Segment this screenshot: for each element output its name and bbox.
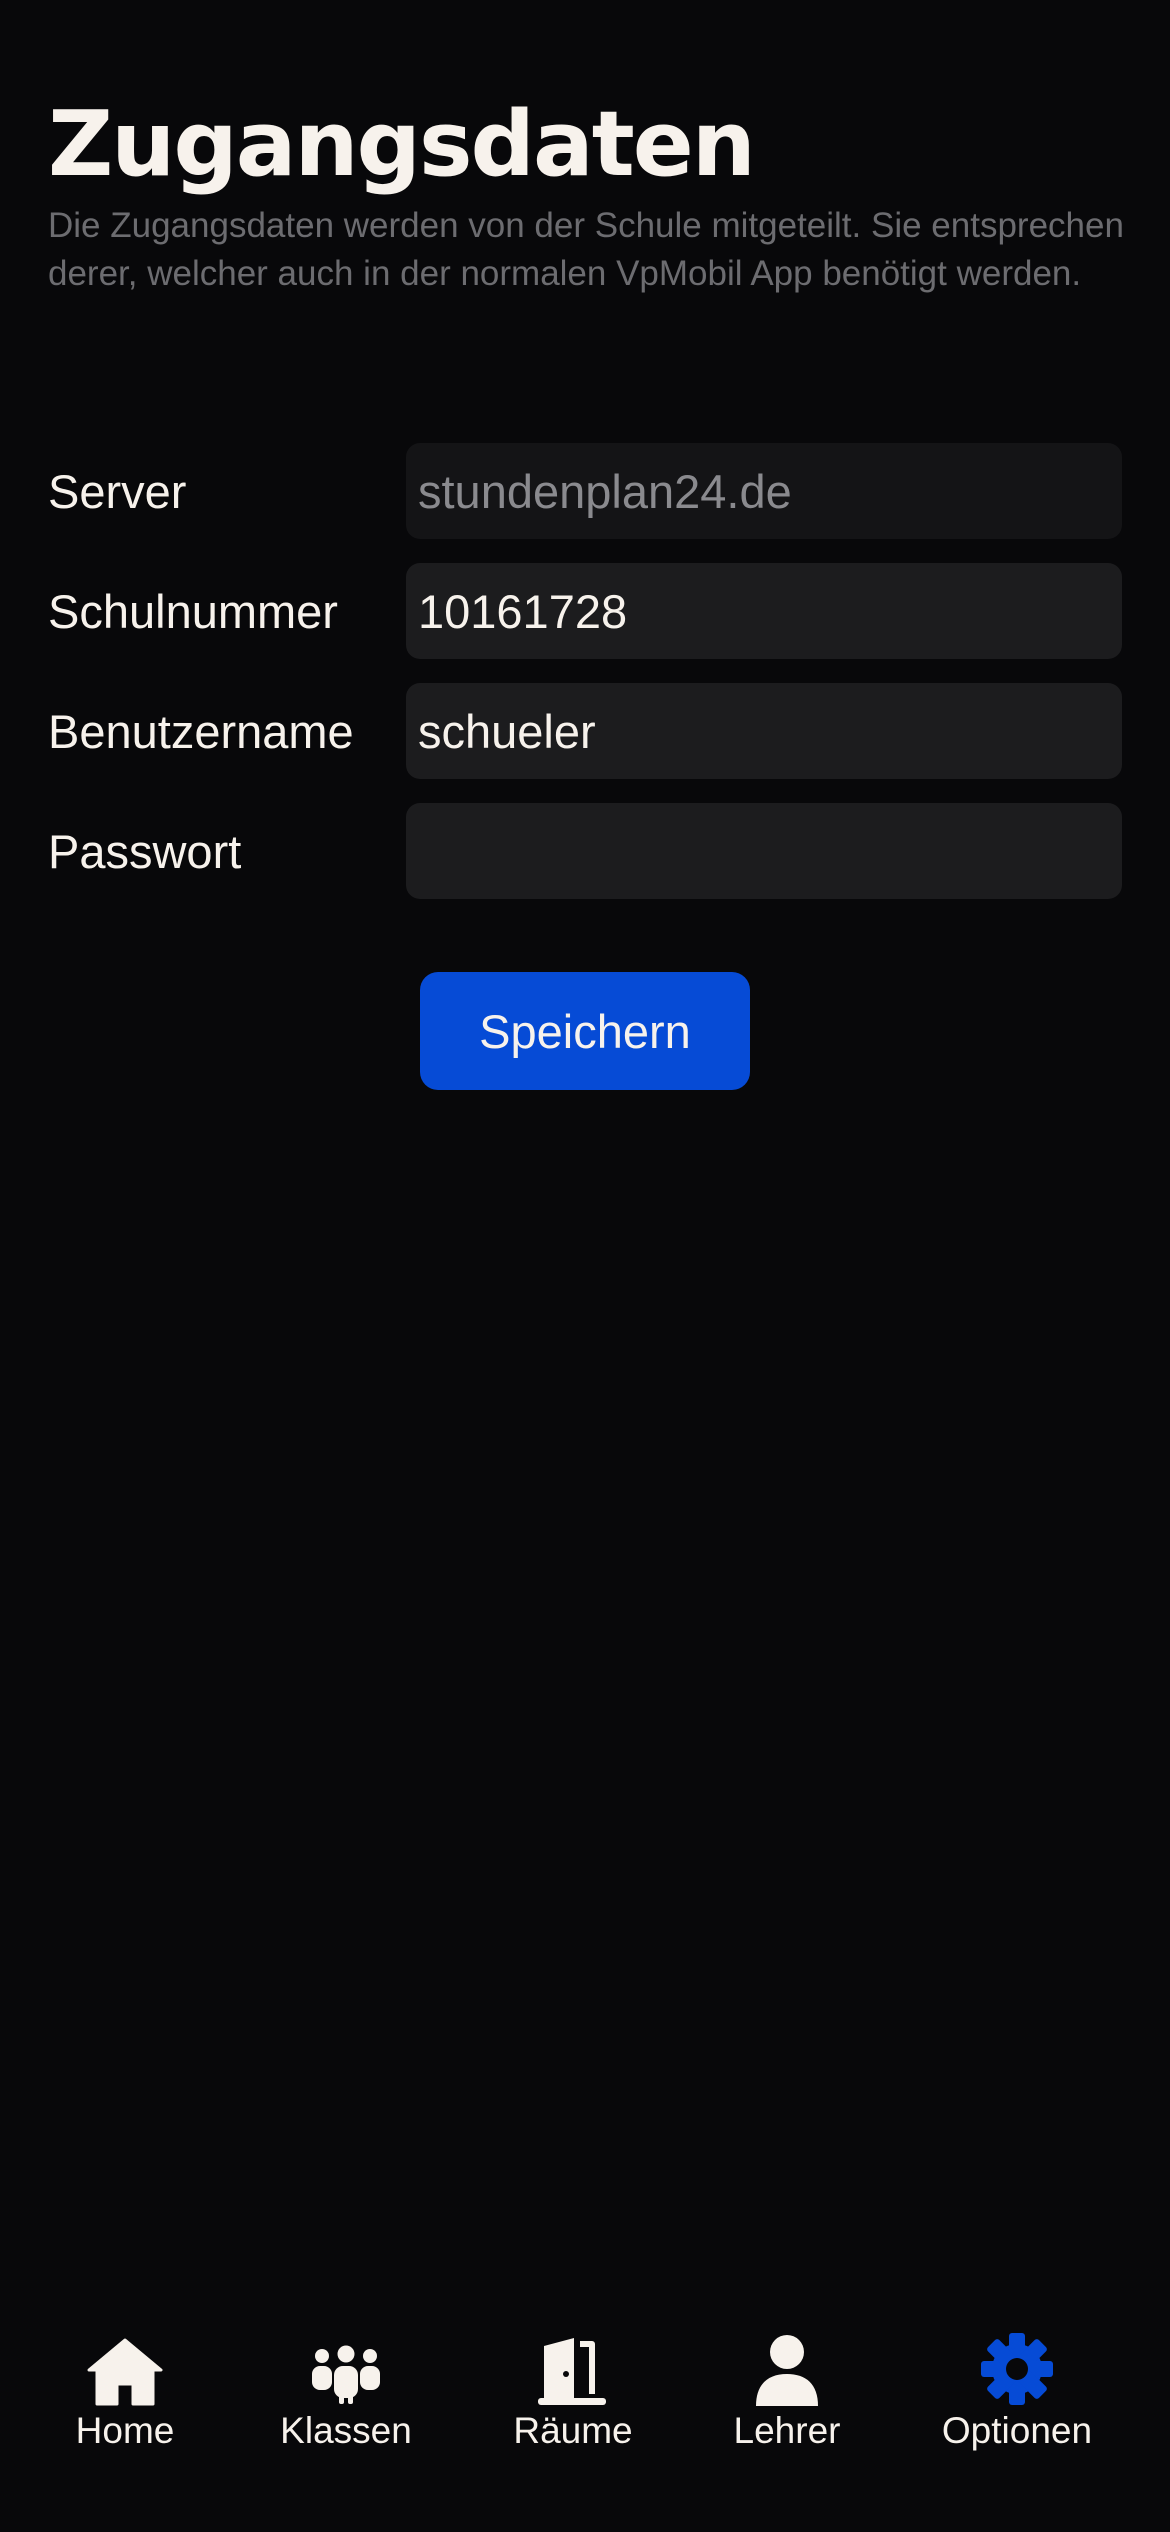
- username-row: Benutzername: [48, 683, 1122, 779]
- person-icon: [754, 2330, 820, 2406]
- username-input[interactable]: [406, 683, 1122, 779]
- school-number-label: Schulnummer: [48, 584, 338, 638]
- home-icon: [87, 2330, 163, 2406]
- server-input[interactable]: [406, 443, 1122, 539]
- tab-klassen-label: Klassen: [280, 2410, 412, 2451]
- gear-icon: [980, 2330, 1054, 2406]
- page-subtitle: Die Zugangsdaten werden von der Schule m…: [48, 206, 1124, 293]
- door-icon: [538, 2330, 608, 2406]
- tab-raeume-label: Räume: [513, 2410, 633, 2451]
- school-number-input[interactable]: [406, 563, 1122, 659]
- group-icon: [308, 2330, 384, 2406]
- tab-home[interactable]: Home: [45, 2330, 205, 2452]
- server-label: Server: [48, 464, 187, 518]
- password-label: Passwort: [48, 824, 242, 878]
- page-title: Zugangsdaten: [48, 92, 756, 197]
- server-row: Server: [48, 443, 1122, 539]
- username-label: Benutzername: [48, 704, 354, 758]
- bottom-tab-bar: Home Klassen Räume Lehrer Optionen: [0, 2330, 1170, 2532]
- password-row: Passwort: [48, 803, 1122, 899]
- school-number-row: Schulnummer: [48, 563, 1122, 659]
- tab-optionen-label: Optionen: [941, 2410, 1093, 2451]
- tab-lehrer[interactable]: Lehrer: [707, 2330, 867, 2452]
- tab-home-label: Home: [75, 2410, 175, 2451]
- tab-klassen[interactable]: Klassen: [266, 2330, 426, 2452]
- tab-lehrer-label: Lehrer: [733, 2410, 841, 2451]
- password-input[interactable]: [406, 803, 1122, 899]
- tab-raeume[interactable]: Räume: [493, 2330, 653, 2452]
- save-button[interactable]: Speichern: [420, 972, 750, 1090]
- tab-optionen[interactable]: Optionen: [927, 2330, 1107, 2452]
